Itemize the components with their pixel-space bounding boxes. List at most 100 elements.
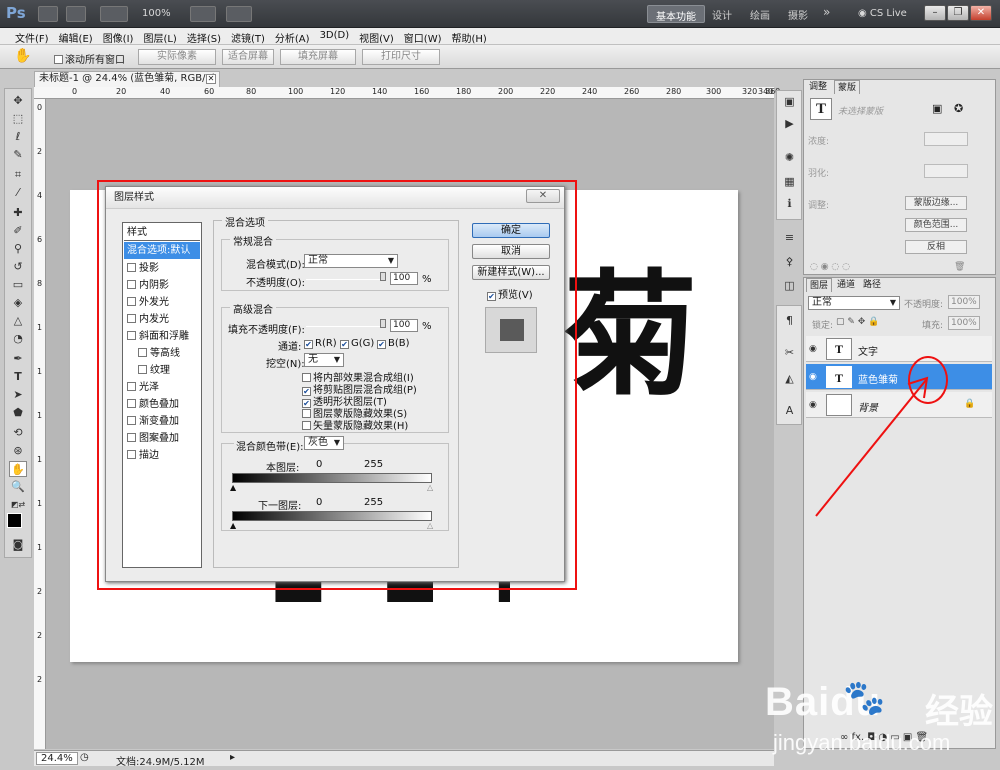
quick-mask-icon[interactable]: ◙: [9, 537, 27, 553]
style-texture[interactable]: 纹理: [124, 362, 200, 379]
layer-fill-input[interactable]: 100%: [948, 316, 980, 330]
3d-orbit-tool-icon[interactable]: ⊛: [9, 443, 27, 459]
underlying-layer-gradient-slider[interactable]: [232, 511, 432, 521]
style-gradient-overlay[interactable]: 渐变叠加: [124, 413, 200, 430]
eyedropper-tool-icon[interactable]: ⁄: [9, 185, 27, 201]
blur-tool-icon[interactable]: △: [9, 313, 27, 329]
tab-channels[interactable]: 通道: [834, 278, 858, 292]
eye-icon[interactable]: ◉: [809, 344, 817, 354]
style-checkbox[interactable]: [127, 382, 136, 391]
cancel-button[interactable]: 取消: [472, 244, 550, 259]
quick-select-tool-icon[interactable]: ✎: [9, 147, 27, 163]
more-workspaces-icon[interactable]: »: [815, 3, 838, 21]
color-panel-icon[interactable]: ✺: [782, 151, 797, 165]
slider-black-handle-icon[interactable]: ▲: [230, 483, 236, 492]
slider-white-handle-icon[interactable]: △: [427, 521, 433, 530]
style-contour[interactable]: 等高线: [124, 345, 200, 362]
dialog-title-bar[interactable]: 图层样式: [106, 187, 564, 209]
dialog-close-icon[interactable]: ✕: [526, 189, 560, 203]
menu-file[interactable]: 文件(F): [10, 28, 54, 45]
actual-pixels-button[interactable]: 实际像素: [138, 49, 216, 65]
close-document-icon[interactable]: ✕: [206, 74, 216, 84]
workspace-painting[interactable]: 绘画: [742, 5, 778, 23]
layer-row-text[interactable]: ◉ T 文字: [806, 336, 992, 362]
menu-edit[interactable]: 编辑(E): [54, 28, 98, 45]
blend-if-select[interactable]: 灰色 ▼: [304, 436, 344, 450]
view-extras-icon[interactable]: [100, 6, 128, 22]
crop-tool-icon[interactable]: ⌗: [9, 167, 27, 183]
character-panel-icon[interactable]: A: [782, 404, 797, 418]
status-icon[interactable]: ◷: [80, 752, 89, 763]
style-checkbox[interactable]: [127, 263, 136, 272]
style-satin[interactable]: 光泽: [124, 379, 200, 396]
dodge-tool-icon[interactable]: ◔: [9, 331, 27, 347]
tools-preset-icon[interactable]: ✂: [782, 346, 797, 360]
brush-tool-icon[interactable]: ✐: [9, 223, 27, 239]
paint-bucket-tool-icon[interactable]: ◈: [9, 295, 27, 311]
menu-3d[interactable]: 3D(D): [315, 28, 355, 44]
zoom-level-dropdown[interactable]: 100%: [142, 8, 171, 19]
menu-window[interactable]: 窗口(W): [399, 28, 447, 45]
close-window-icon[interactable]: ✕: [970, 5, 992, 21]
menu-layer[interactable]: 图层(L): [138, 28, 181, 45]
style-checkbox[interactable]: [127, 399, 136, 408]
menu-filter[interactable]: 滤镜(T): [226, 28, 270, 45]
style-stroke[interactable]: 描边: [124, 447, 200, 464]
style-inner-glow[interactable]: 内发光: [124, 311, 200, 328]
style-checkbox[interactable]: [127, 280, 136, 289]
channel-b-checkbox[interactable]: ✔ B(B): [377, 338, 410, 349]
opacity-slider-thumb[interactable]: [380, 272, 386, 281]
style-pattern-overlay[interactable]: 图案叠加: [124, 430, 200, 447]
pixel-mask-icon[interactable]: ▣: [932, 102, 942, 115]
swatches-panel-icon[interactable]: ▦: [782, 175, 797, 189]
style-checkbox[interactable]: [138, 348, 147, 357]
3d-panel-icon[interactable]: ◭: [782, 372, 797, 386]
info-panel-icon[interactable]: ℹ: [782, 197, 797, 211]
move-tool-icon[interactable]: ✥: [9, 93, 27, 109]
style-blending-options[interactable]: 混合选项:默认: [124, 242, 200, 259]
new-style-button[interactable]: 新建样式(W)...: [472, 265, 550, 280]
tab-masks[interactable]: 蒙版: [834, 80, 861, 94]
delete-mask-icon[interactable]: 🗑: [954, 262, 965, 272]
screen-mode-icon[interactable]: [226, 6, 252, 22]
scroll-all-windows-checkbox[interactable]: 滚动所有窗口: [54, 51, 125, 66]
print-size-button[interactable]: 打印尺寸: [362, 49, 440, 65]
vector-mask-hides-checkbox[interactable]: 矢量蒙版隐藏效果(H): [302, 417, 408, 432]
zoom-field[interactable]: 24.4%: [36, 752, 78, 765]
slider-white-handle-icon[interactable]: △: [427, 483, 433, 492]
menu-image[interactable]: 图像(I): [98, 28, 139, 45]
arrange-documents-icon[interactable]: [190, 6, 216, 22]
color-range-button[interactable]: 颜色范围...: [905, 218, 967, 232]
marquee-tool-icon[interactable]: ⬚: [9, 111, 27, 127]
layer-opacity-input[interactable]: 100%: [948, 295, 980, 309]
menu-analysis[interactable]: 分析(A): [270, 28, 315, 45]
style-color-overlay[interactable]: 颜色叠加: [124, 396, 200, 413]
status-menu-arrow-icon[interactable]: ▸: [230, 752, 235, 763]
fill-opacity-input[interactable]: 100: [390, 319, 418, 332]
fill-screen-button[interactable]: 填充屏幕: [280, 49, 356, 65]
invert-button[interactable]: 反相: [905, 240, 967, 254]
actions-panel-icon[interactable]: ▶: [782, 117, 797, 131]
styles-header[interactable]: 样式: [124, 224, 200, 241]
style-checkbox[interactable]: [127, 331, 136, 340]
clone-source-panel-icon[interactable]: ⚴: [782, 255, 797, 269]
style-checkbox[interactable]: [127, 433, 136, 442]
zoom-tool-icon[interactable]: 🔍: [9, 479, 27, 495]
style-checkbox[interactable]: [127, 314, 136, 323]
hand-tool-preset-icon[interactable]: ✋: [14, 48, 31, 64]
feather-input[interactable]: [924, 164, 968, 178]
style-checkbox[interactable]: [127, 450, 136, 459]
clone-stamp-tool-icon[interactable]: ⚲: [9, 241, 27, 257]
style-outer-glow[interactable]: 外发光: [124, 294, 200, 311]
layer-blend-mode-select[interactable]: 正常 ▼: [808, 296, 900, 310]
tab-adjustments[interactable]: 调整: [806, 80, 830, 94]
shape-tool-icon[interactable]: ⬟: [9, 405, 27, 421]
menu-view[interactable]: 视图(V): [354, 28, 399, 45]
channel-g-checkbox[interactable]: ✔ G(G): [340, 338, 374, 349]
vector-mask-icon[interactable]: ✪: [954, 102, 963, 115]
healing-brush-tool-icon[interactable]: ✚: [9, 205, 27, 221]
tab-layers[interactable]: 图层: [806, 278, 833, 292]
lasso-tool-icon[interactable]: ℓ: [9, 129, 27, 145]
style-checkbox[interactable]: [138, 365, 147, 374]
slider-black-handle-icon[interactable]: ▲: [230, 521, 236, 530]
